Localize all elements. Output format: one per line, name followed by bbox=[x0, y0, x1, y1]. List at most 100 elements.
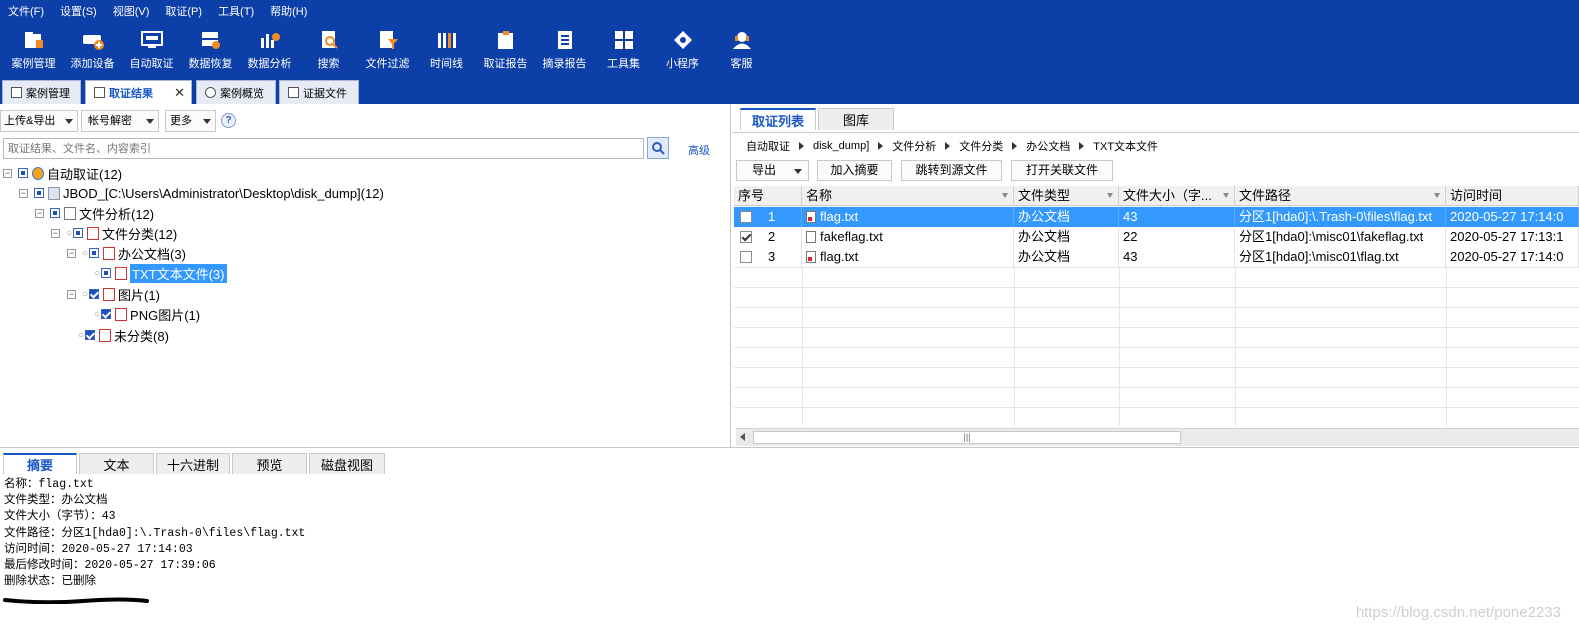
tab-hex[interactable]: 十六进制 bbox=[156, 453, 230, 474]
tree-label: 自动取证(12) bbox=[47, 166, 123, 182]
collapse-icon[interactable]: − bbox=[67, 248, 76, 258]
tree-node-office-docs[interactable]: − ○ 办公文档(3) bbox=[67, 244, 186, 262]
tree-node-file-category[interactable]: − ○ 文件分类(12) bbox=[51, 224, 177, 242]
tab-forensics-result[interactable]: 取证结果 ✕ bbox=[85, 80, 192, 104]
tree-checkbox[interactable] bbox=[101, 268, 112, 278]
tree-node-auto-forensics[interactable]: − 自动取证(12) bbox=[3, 164, 122, 182]
column-header-access-time[interactable]: 访问时间 bbox=[1446, 186, 1579, 206]
filter-icon[interactable] bbox=[1002, 193, 1008, 198]
timeline-button[interactable]: 时间线 bbox=[417, 24, 476, 78]
menu-forensics[interactable]: 取证(P) bbox=[157, 0, 210, 24]
tab-evidence-list[interactable]: 取证列表 bbox=[740, 108, 816, 130]
more-dropdown[interactable]: 更多 bbox=[165, 110, 216, 132]
scroll-thumb[interactable]: ||| bbox=[753, 431, 1181, 444]
filter-icon[interactable] bbox=[1434, 193, 1440, 198]
account-decrypt-dropdown[interactable]: 帐号解密 bbox=[81, 110, 159, 132]
breadcrumb-item[interactable]: 文件分析 bbox=[892, 138, 936, 154]
tree-checkbox[interactable] bbox=[18, 168, 28, 178]
menu-view[interactable]: 视图(V) bbox=[105, 0, 158, 24]
tab-case-overview[interactable]: 案例概览 bbox=[196, 80, 276, 104]
tree-node-uncategorized[interactable]: ○ 未分类(8) bbox=[78, 326, 169, 344]
help-icon[interactable]: ? bbox=[221, 113, 236, 128]
chevron-down-icon bbox=[65, 119, 73, 124]
tab-text[interactable]: 文本 bbox=[79, 453, 154, 474]
jump-to-source-button[interactable]: 跳转到源文件 bbox=[901, 160, 1002, 181]
breadcrumb-item[interactable]: 文件分类 bbox=[959, 138, 1003, 154]
table-row[interactable]: 2 fakeflag.txt 办公文档 22 分区1[hda0]:\misc01… bbox=[734, 227, 1579, 247]
tab-preview[interactable]: 预览 bbox=[232, 453, 307, 474]
tree-node-txt-files[interactable]: ○ TXT文本文件(3) bbox=[94, 263, 227, 283]
menu-tools[interactable]: 工具(T) bbox=[210, 0, 262, 24]
menu-settings[interactable]: 设置(S) bbox=[52, 0, 105, 24]
column-header-name[interactable]: 名称 bbox=[802, 186, 1014, 206]
toolset-button[interactable]: 工具集 bbox=[594, 24, 653, 78]
tree-node-images[interactable]: − ○ 图片(1) bbox=[67, 285, 160, 303]
column-header-path[interactable]: 文件路径 bbox=[1235, 186, 1446, 206]
data-recovery-button[interactable]: 数据恢复 bbox=[181, 24, 240, 78]
customer-service-button[interactable]: 客服 bbox=[712, 24, 771, 78]
tree-checkbox[interactable] bbox=[34, 188, 44, 198]
search-button[interactable]: 搜索 bbox=[299, 24, 358, 78]
upload-export-dropdown[interactable]: 上传&导出 bbox=[0, 110, 78, 132]
tree-checkbox[interactable] bbox=[73, 228, 84, 238]
tree-checkbox[interactable] bbox=[89, 248, 100, 258]
collapse-icon[interactable]: − bbox=[35, 208, 44, 218]
filter-icon[interactable] bbox=[1223, 193, 1229, 198]
search-button[interactable] bbox=[647, 137, 669, 159]
export-dropdown[interactable]: 导出 bbox=[736, 160, 809, 181]
breadcrumb-item[interactable]: 办公文档 bbox=[1026, 138, 1070, 154]
search-input[interactable] bbox=[3, 138, 644, 159]
tree-checkbox[interactable] bbox=[50, 208, 60, 218]
row-checkbox[interactable] bbox=[740, 251, 752, 263]
data-analysis-button[interactable]: 数据分析 bbox=[240, 24, 299, 78]
column-header-size[interactable]: 文件大小（字... bbox=[1119, 186, 1235, 206]
auto-forensics-button[interactable]: 自动取证 bbox=[122, 24, 181, 78]
breadcrumb-item[interactable]: 自动取证 bbox=[746, 138, 790, 154]
table-row[interactable]: 3 flag.txt 办公文档 43 分区1[hda0]:\misc01\fla… bbox=[734, 247, 1579, 267]
add-device-button[interactable]: 添加设备 bbox=[63, 24, 122, 78]
file-filter-icon bbox=[376, 29, 400, 51]
breadcrumb-item[interactable]: disk_dump] bbox=[813, 140, 869, 152]
menu-help[interactable]: 帮助(H) bbox=[262, 0, 315, 24]
tab-summary[interactable]: 摘要 bbox=[3, 453, 77, 474]
collapse-icon[interactable]: − bbox=[51, 228, 60, 238]
horizontal-scrollbar[interactable]: ||| bbox=[736, 428, 1579, 446]
add-summary-button[interactable]: 加入摘要 bbox=[817, 160, 892, 181]
row-checkbox[interactable] bbox=[740, 211, 752, 223]
file-filter-button[interactable]: 文件过滤 bbox=[358, 24, 417, 78]
menu-bar: 文件(F) 设置(S) 视图(V) 取证(P) 工具(T) 帮助(H) bbox=[0, 0, 1579, 24]
row-checkbox[interactable] bbox=[740, 231, 752, 243]
tab-evidence-files[interactable]: 证据文件 bbox=[279, 80, 359, 104]
scroll-left-icon[interactable] bbox=[740, 433, 745, 441]
collapse-icon[interactable]: − bbox=[19, 188, 28, 198]
breadcrumb-item[interactable]: TXT文本文件 bbox=[1093, 138, 1158, 154]
open-related-button[interactable]: 打开关联文件 bbox=[1011, 160, 1113, 181]
forensics-report-button[interactable]: 取证报告 bbox=[476, 24, 535, 78]
globe-icon bbox=[32, 166, 44, 180]
tree-node-jbod[interactable]: − JBOD_[C:\Users\Administrator\Desktop\d… bbox=[19, 184, 384, 202]
column-header-type[interactable]: 文件类型 bbox=[1014, 186, 1119, 206]
tree-checkbox[interactable] bbox=[89, 289, 100, 299]
tree-checkbox[interactable] bbox=[85, 330, 96, 340]
tree-node-file-analysis[interactable]: − 文件分析(12) bbox=[35, 204, 154, 222]
collapse-icon[interactable]: − bbox=[67, 289, 76, 299]
case-manage-button[interactable]: 案例管理 bbox=[4, 24, 63, 78]
tab-disk-view[interactable]: 磁盘视图 bbox=[309, 453, 385, 474]
customer-service-icon bbox=[730, 29, 754, 51]
text-file-icon bbox=[806, 251, 816, 263]
tab-gallery[interactable]: 图库 bbox=[818, 108, 894, 130]
close-icon[interactable]: ✕ bbox=[174, 85, 185, 101]
collapse-icon[interactable]: − bbox=[3, 168, 12, 178]
tab-case-manage[interactable]: 案例管理 bbox=[2, 80, 81, 104]
tree-checkbox[interactable] bbox=[101, 309, 112, 319]
menu-file[interactable]: 文件(F) bbox=[0, 0, 52, 24]
column-header-index[interactable]: 序号 bbox=[734, 186, 802, 206]
tree-node-png-images[interactable]: ○ PNG图片(1) bbox=[94, 305, 200, 323]
row-name: flag.txt bbox=[820, 249, 859, 264]
mini-program-button[interactable]: 小程序 bbox=[653, 24, 712, 78]
advanced-search-link[interactable]: 高级 bbox=[688, 142, 710, 158]
filter-icon[interactable] bbox=[1107, 193, 1113, 198]
data-analysis-icon bbox=[258, 29, 282, 51]
table-row[interactable]: 1 flag.txt 办公文档 43 分区1[hda0]:\.Trash-0\f… bbox=[734, 207, 1579, 227]
excerpt-report-button[interactable]: 摘录报告 bbox=[535, 24, 594, 78]
